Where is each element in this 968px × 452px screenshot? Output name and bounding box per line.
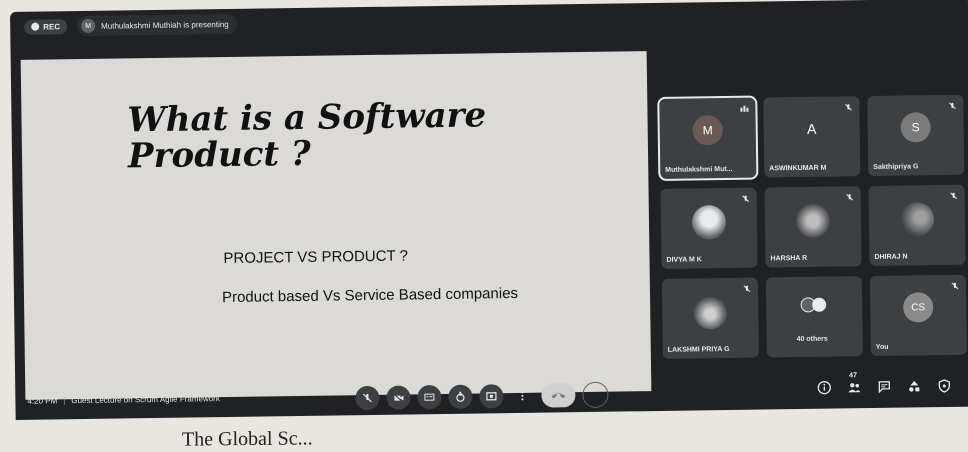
participant-tile[interactable]: DHIRAJ N xyxy=(868,184,966,267)
participant-tile[interactable]: A ASWINKUMAR M xyxy=(763,96,861,178)
activities-icon xyxy=(909,380,920,392)
present-icon xyxy=(486,392,497,401)
mic-off-icon xyxy=(949,102,956,110)
presenter-text: Muthulakshmi Muthiah is presenting xyxy=(101,19,229,31)
mic-off-icon xyxy=(742,195,750,203)
participant-grid: M Muthulakshmi Mut... A ASWINKUMAR M S S… xyxy=(657,94,968,369)
profile-photo xyxy=(795,203,831,238)
activities-button[interactable] xyxy=(907,379,921,393)
rec-label: REC xyxy=(43,21,61,32)
right-controls: 47 xyxy=(817,372,951,395)
mic-toggle-button[interactable] xyxy=(355,385,380,411)
profile-photo xyxy=(693,294,728,330)
avatar: S xyxy=(900,112,931,143)
chat-icon xyxy=(878,381,891,394)
participant-tile[interactable]: S Sakthipriya G xyxy=(867,94,965,177)
more-icon xyxy=(521,391,524,401)
recording-badge: REC xyxy=(24,18,68,35)
camera-off-icon xyxy=(392,393,404,403)
slide-text-2: Product based Vs Service Based companies xyxy=(221,284,519,307)
slide-title-line1: What is a Software xyxy=(127,95,487,141)
page-caption-text: The Global Sc... xyxy=(181,427,313,451)
mic-off-icon xyxy=(362,393,372,403)
participant-tile[interactable]: HARSHA R xyxy=(764,186,862,268)
participant-name: ASWINKUMAR M xyxy=(769,164,827,173)
participant-tile[interactable]: DIVYA M K xyxy=(660,187,758,269)
slide-title-line2: Product ? xyxy=(127,133,312,177)
participant-tile-self[interactable]: CS You xyxy=(869,274,967,357)
end-call-icon xyxy=(551,393,566,399)
meet-window: REC M Muthulakshmi Muthiah is presenting… xyxy=(10,0,968,420)
raise-hand-button[interactable] xyxy=(448,384,473,409)
info-icon xyxy=(817,381,831,395)
mic-off-icon xyxy=(743,285,751,293)
mic-off-icon xyxy=(846,193,854,201)
participant-name: LAKSHMI PRIYA G xyxy=(667,345,730,354)
camera-toggle-button[interactable] xyxy=(386,385,411,410)
lock-icon xyxy=(938,379,950,393)
host-controls-button[interactable] xyxy=(937,379,951,393)
mic-off-icon xyxy=(845,103,852,111)
mic-off-icon xyxy=(951,282,959,290)
others-count: 40 others xyxy=(796,335,828,344)
speaking-icon xyxy=(740,105,749,112)
presenter-indicator[interactable]: M Muthulakshmi Muthiah is presenting xyxy=(76,13,237,37)
shared-slide: What is a Software Product ? PROJECT VS … xyxy=(20,51,652,400)
extra-control-button[interactable] xyxy=(582,381,609,409)
participant-name: HARSHA R xyxy=(770,254,808,263)
others-tile[interactable]: 40 others xyxy=(765,276,863,358)
profile-photo xyxy=(691,204,727,240)
participant-name: You xyxy=(875,343,889,351)
avatar: A xyxy=(796,113,827,145)
mic-off-icon xyxy=(950,192,958,200)
avatar: M xyxy=(692,115,723,146)
profile-photo xyxy=(899,201,935,237)
captions-button[interactable] xyxy=(417,385,442,410)
meeting-info: 4:20 PM | Guest Lecture on Scrum Agile Fra… xyxy=(27,393,220,406)
clock-time: 4:20 PM xyxy=(27,395,58,406)
avatar: CS xyxy=(903,292,934,323)
call-controls xyxy=(355,381,609,412)
people-button[interactable]: 47 xyxy=(847,372,861,394)
participant-name: Sakthipriya G xyxy=(873,163,919,171)
present-button[interactable] xyxy=(479,384,504,409)
info-button[interactable] xyxy=(817,381,831,395)
meeting-title: Guest Lecture on Scrum Agile Framework xyxy=(71,393,220,405)
presenter-avatar: M xyxy=(80,18,96,34)
record-icon xyxy=(31,22,40,31)
others-avatars-icon xyxy=(800,297,827,313)
more-options-button[interactable] xyxy=(510,384,534,408)
slide-title: What is a Software Product ? xyxy=(127,95,548,177)
raise-hand-icon xyxy=(456,391,465,402)
people-icon xyxy=(848,383,861,393)
participant-name: DHIRAJ N xyxy=(874,253,908,261)
captions-icon xyxy=(424,393,435,401)
end-call-button[interactable] xyxy=(541,383,576,408)
participant-tile[interactable]: LAKSHMI PRIYA G xyxy=(661,277,759,359)
slide-text-1: PROJECT VS PRODUCT ? xyxy=(223,247,409,268)
top-bar: REC M Muthulakshmi Muthiah is presenting xyxy=(10,0,968,42)
participant-tile[interactable]: M Muthulakshmi Mut... xyxy=(657,95,759,181)
chat-button[interactable] xyxy=(877,380,891,394)
participant-count: 47 xyxy=(849,372,858,380)
participant-name: DIVYA M K xyxy=(666,256,702,264)
participant-name: Muthulakshmi Mut... xyxy=(665,165,733,174)
